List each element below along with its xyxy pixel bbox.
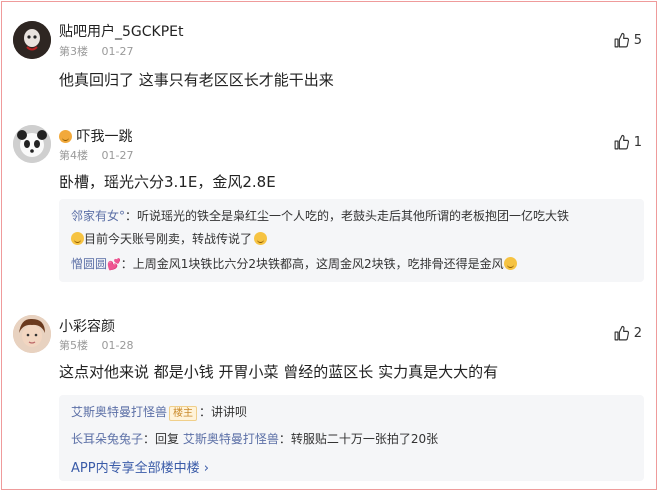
reply-text: ：回复 — [143, 432, 183, 446]
laugh-emoji-icon — [254, 232, 268, 245]
sub-reply[interactable]: 艾斯奥特曼打怪兽 楼主 ：讲讲呗 — [71, 403, 247, 421]
like-button[interactable]: 2 — [613, 325, 642, 342]
comment-text: 这点对他来说 都是小钱 开胃小菜 曾经的蓝区长 实力真是大大的有 — [59, 363, 499, 381]
sub-reply-continued: 目前今天账号刚卖，转战传说了 — [71, 230, 268, 247]
sub-replies: 邻家有女°：听说瑶光的铁全是枭红尘一个人吃的，老鼓头走后其他所谓的老板抱团一亿吃… — [59, 199, 644, 282]
reply-text: ：上周金风1块铁比六分2块铁都高，这周金风2块铁，吃排骨还得是金风 — [120, 257, 504, 271]
reply-target[interactable]: 艾斯奥特曼打怪兽 — [183, 432, 279, 446]
avatar[interactable] — [13, 315, 51, 353]
reply-author[interactable]: 长耳朵兔兔子 — [71, 432, 143, 446]
thumbs-up-icon — [614, 134, 629, 150]
like-button[interactable]: 5 — [613, 32, 642, 49]
reply-author[interactable]: 艾斯奥特曼打怪兽 — [71, 405, 167, 419]
post-meta: 第4楼 01-27 — [59, 147, 133, 163]
heart-icon: 💕 — [107, 258, 121, 271]
username[interactable]: 贴吧用户_5GCKPEt — [59, 21, 184, 41]
like-count: 1 — [633, 135, 642, 150]
username[interactable]: 吓我一跳 — [59, 126, 132, 146]
reply-author[interactable]: 憎圆圆 — [71, 257, 107, 271]
view-all-replies-link[interactable]: APP内专享全部楼中楼 › — [71, 457, 209, 476]
sub-reply[interactable]: 长耳朵兔兔子：回复 艾斯奥特曼打怪兽：转服贴二十万一张拍了20张 — [71, 430, 438, 447]
reply-text: ：转服贴二十万一张拍了20张 — [278, 432, 439, 446]
op-badge: 楼主 — [169, 406, 198, 421]
face-emoji-icon — [59, 130, 72, 143]
username-text: 吓我一跳 — [76, 129, 133, 145]
floor-number: 第4楼 — [59, 149, 88, 162]
avatar[interactable] — [13, 21, 51, 59]
comment-list: 贴吧用户_5GCKPEt 第3楼 01-27 他真回归了 这事只有老区区长才能干… — [1, 1, 657, 490]
like-button[interactable]: 1 — [613, 134, 642, 151]
reply-text: ：讲讲呗 — [199, 405, 248, 419]
post-meta: 第5楼 01-28 — [59, 337, 133, 353]
comment-floor-4: 吓我一跳 第4楼 01-27 卧槽，瑶光六分3.1E，金风2.8E 1 邻家有女… — [2, 112, 656, 297]
comment-floor-3: 贴吧用户_5GCKPEt 第3楼 01-27 他真回归了 这事只有老区区长才能干… — [2, 2, 656, 112]
sub-reply[interactable]: 憎圆圆💕：上周金风1块铁比六分2块铁都高，这周金风2块铁，吃排骨还得是金风 — [71, 255, 517, 272]
sub-replies: 艾斯奥特曼打怪兽 楼主 ：讲讲呗 长耳朵兔兔子：回复 艾斯奥特曼打怪兽：转服贴二十万… — [59, 395, 644, 481]
thumbs-up-icon — [614, 325, 629, 341]
post-date: 01-28 — [101, 339, 134, 352]
username[interactable]: 小彩容颜 — [59, 316, 115, 336]
sub-reply[interactable]: 邻家有女°：听说瑶光的铁全是枭红尘一个人吃的，老鼓头走后其他所谓的老板抱团一亿吃… — [71, 207, 569, 224]
comment-floor-5: 小彩容颜 第5楼 01-28 这点对他来说 都是小钱 开胃小菜 曾经的蓝区长 实… — [2, 297, 656, 491]
smile-emoji-icon — [503, 257, 517, 270]
smile-emoji-icon — [71, 232, 84, 245]
reply-text: 目前今天账号刚卖，转战传说了 — [84, 232, 253, 246]
like-count: 2 — [633, 326, 642, 341]
like-count: 5 — [633, 33, 642, 48]
post-date: 01-27 — [101, 45, 134, 58]
reply-text: ：听说瑶光的铁全是枭红尘一个人吃的，老鼓头走后其他所谓的老板抱团一亿吃大铁 — [125, 209, 570, 223]
thumbs-up-icon — [614, 32, 629, 48]
floor-number: 第3楼 — [59, 45, 88, 58]
floor-number: 第5楼 — [59, 339, 88, 352]
comment-text: 他真回归了 这事只有老区区长才能干出来 — [59, 71, 334, 89]
reply-author[interactable]: 邻家有女° — [71, 209, 125, 223]
avatar[interactable] — [13, 125, 51, 163]
post-date: 01-27 — [101, 149, 134, 162]
comment-text: 卧槽，瑶光六分3.1E，金风2.8E — [59, 173, 276, 191]
post-meta: 第3楼 01-27 — [59, 43, 133, 59]
